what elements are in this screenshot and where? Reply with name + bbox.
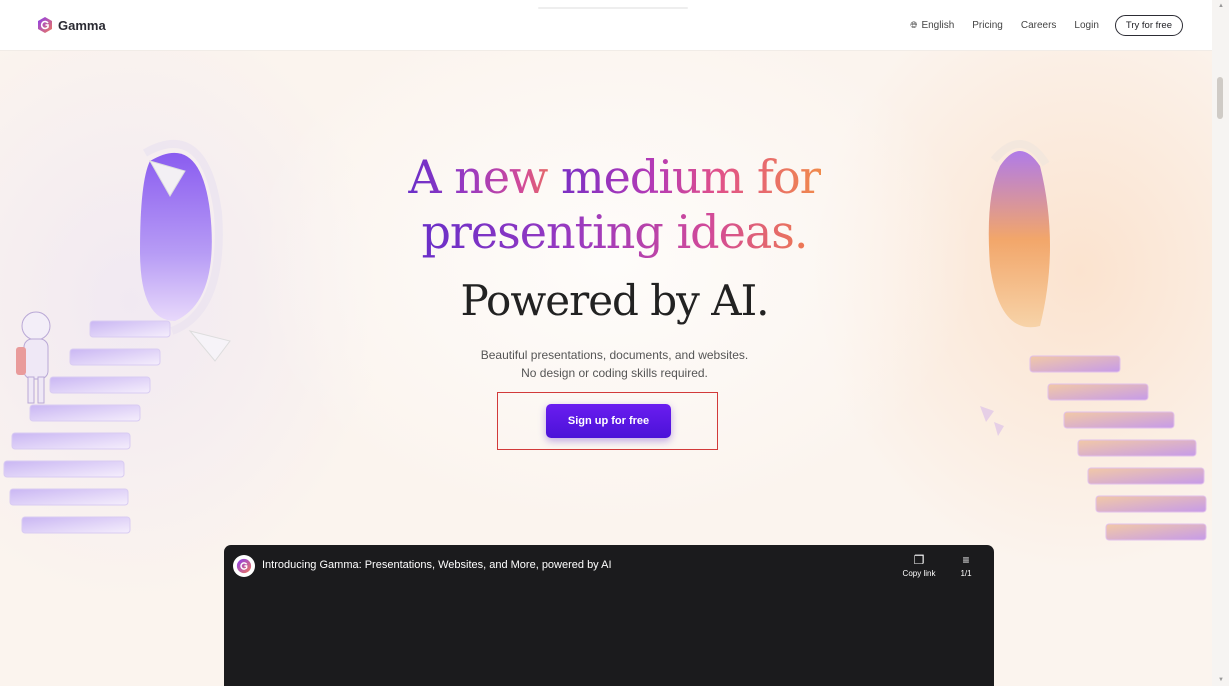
hero-title-line-1: A new medium for xyxy=(0,150,1229,204)
try-for-free-button[interactable]: Try for free xyxy=(1114,15,1183,36)
loading-indicator xyxy=(538,7,688,9)
brand-name: Gamma xyxy=(58,17,106,33)
language-label: English xyxy=(921,20,955,31)
nav-link-pricing[interactable]: Pricing xyxy=(972,20,1003,31)
playlist-icon: ≡ xyxy=(962,553,970,567)
hero-subtitle-line-1: Beautiful presentations, documents, and … xyxy=(480,348,749,362)
copy-icon: ❐ xyxy=(913,553,925,567)
top-nav-links: 🌐︎ English Pricing Careers Login Try for… xyxy=(910,15,1183,36)
scrollbar-thumb[interactable] xyxy=(1217,77,1223,119)
hero-title-line-1-gradient: medium for xyxy=(561,150,822,204)
scroll-up-arrow-icon[interactable]: ▲ xyxy=(1218,3,1224,9)
video-title[interactable]: Introducing Gamma: Presentations, Websit… xyxy=(262,559,612,571)
hero-title-line-2: presenting ideas. xyxy=(0,205,1229,259)
hero-title-line-2-text: presenting ideas. xyxy=(421,205,808,259)
video-channel-avatar[interactable] xyxy=(233,555,255,577)
brand-logo[interactable]: Gamma xyxy=(36,16,106,34)
top-navigation-bar: Gamma 🌐︎ English Pricing Careers Login T… xyxy=(0,0,1229,51)
playlist-count: 1/1 xyxy=(960,569,972,578)
globe-icon: 🌐︎ xyxy=(910,20,918,30)
hero-title-line-1-plain: A new xyxy=(408,150,562,204)
copy-link-button[interactable]: ❐ Copy link xyxy=(898,553,940,578)
nav-link-careers[interactable]: Careers xyxy=(1021,20,1057,31)
gamma-logo-icon xyxy=(38,17,52,33)
scroll-down-arrow-icon[interactable]: ▼ xyxy=(1218,677,1224,683)
page-scrollbar[interactable]: ▲ ▼ xyxy=(1212,0,1229,686)
gamma-logo-icon xyxy=(236,558,252,574)
language-selector[interactable]: 🌐︎ English xyxy=(910,20,954,31)
hero-title-line-3: Powered by AI. xyxy=(460,276,769,325)
hero-subtitle-line-2: No design or coding skills required. xyxy=(521,366,708,380)
intro-video-player[interactable]: Introducing Gamma: Presentations, Websit… xyxy=(224,545,994,686)
sign-up-for-free-button[interactable]: Sign up for free xyxy=(546,404,671,438)
playlist-button[interactable]: ≡ 1/1 xyxy=(955,553,977,578)
nav-link-login[interactable]: Login xyxy=(1074,20,1098,31)
copy-link-label: Copy link xyxy=(902,569,936,578)
